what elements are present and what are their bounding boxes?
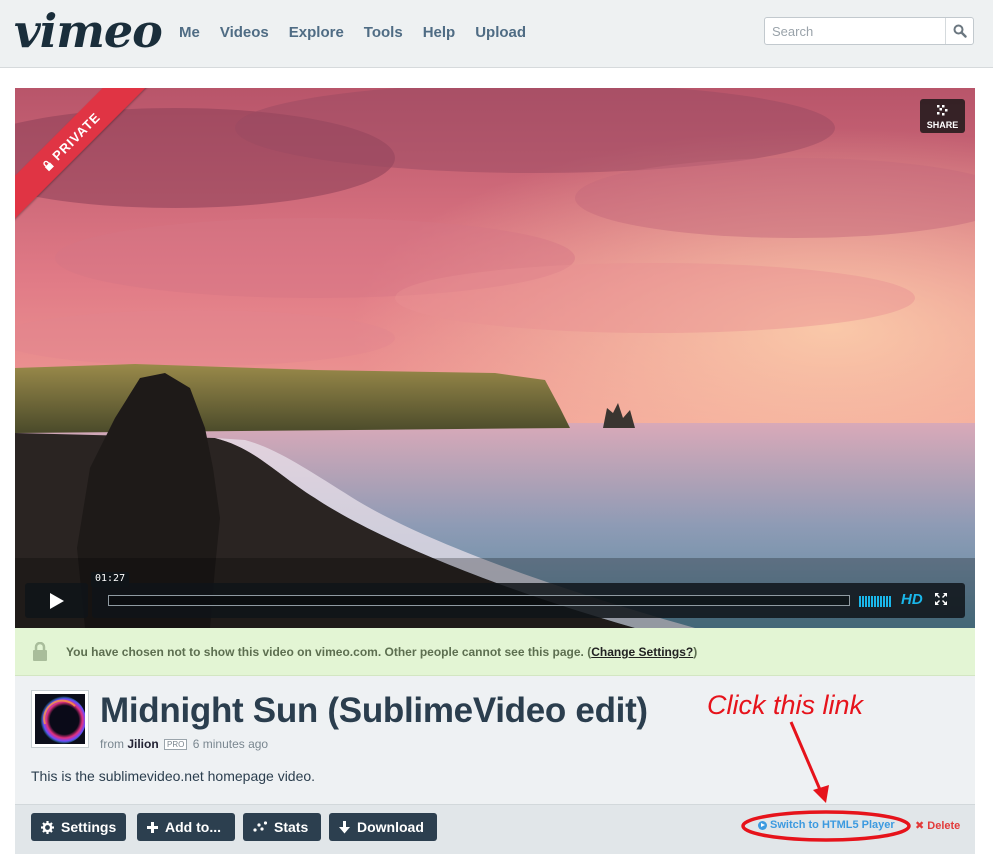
from-label: from <box>100 737 124 751</box>
private-label: PRIVATE <box>48 109 103 164</box>
delete-label: Delete <box>927 820 961 832</box>
action-bar: Settings Add to... Stats Download Switch… <box>15 804 975 854</box>
avatar[interactable] <box>31 690 89 748</box>
user-link[interactable]: Jilion <box>127 737 158 751</box>
stats-label: Stats <box>274 819 309 835</box>
switch-html5-player-link[interactable]: Switch to HTML5 Player <box>758 819 895 831</box>
nav-help[interactable]: Help <box>423 24 456 42</box>
lock-icon <box>43 160 54 171</box>
share-button[interactable]: SHARE <box>920 99 965 133</box>
share-icon <box>937 105 948 116</box>
top-navigation-bar: vimeo Me Videos Explore Tools Help Uploa… <box>0 0 993 68</box>
add-to-button[interactable]: Add to... <box>137 813 235 841</box>
nav-explore[interactable]: Explore <box>289 24 344 42</box>
upload-time: 6 minutes ago <box>192 737 269 751</box>
download-label: Download <box>357 819 424 835</box>
search-input[interactable] <box>765 18 945 44</box>
lock-icon <box>33 642 47 661</box>
play-button[interactable] <box>25 583 88 618</box>
progress-bar[interactable] <box>108 595 850 606</box>
private-ribbon: PRIVATE <box>15 88 155 228</box>
vimeo-logo[interactable]: vimeo <box>14 6 163 56</box>
download-button[interactable]: Download <box>329 813 437 841</box>
delete-link[interactable]: ✖ Delete <box>915 819 960 832</box>
fullscreen-button[interactable] <box>934 592 948 611</box>
change-settings-link[interactable]: Change Settings? <box>591 645 693 659</box>
settings-button[interactable]: Settings <box>31 813 126 841</box>
search-box <box>764 17 974 45</box>
byline: from Jilion PRO 6 minutes ago <box>100 737 268 751</box>
nav-me[interactable]: Me <box>179 24 200 42</box>
timecode: 01:27 <box>91 572 130 591</box>
play-circle-icon <box>758 820 767 830</box>
privacy-notice: You have chosen not to show this video o… <box>15 628 975 676</box>
stats-button[interactable]: Stats <box>243 813 321 841</box>
main-nav: Me Videos Explore Tools Help Upload <box>179 24 546 42</box>
search-button[interactable] <box>945 18 973 44</box>
nav-videos[interactable]: Videos <box>220 24 269 42</box>
gear-icon <box>41 820 54 834</box>
avatar-image <box>38 696 85 744</box>
volume-control[interactable] <box>859 594 893 607</box>
search-icon <box>953 24 967 38</box>
stats-icon <box>253 821 267 832</box>
add-to-label: Add to... <box>165 819 221 835</box>
pro-badge: PRO <box>164 739 188 750</box>
annotation-text: Click this link <box>707 690 864 720</box>
player-controls: 01:27 HD <box>25 572 965 618</box>
video-frame <box>15 88 975 628</box>
switch-player-label: Switch to HTML5 Player <box>770 819 895 831</box>
download-icon <box>339 820 350 833</box>
plus-icon <box>147 821 158 833</box>
notice-message: You have chosen not to show this video o… <box>66 645 698 659</box>
share-label: SHARE <box>926 120 959 130</box>
page-bottom <box>0 854 993 868</box>
nav-upload[interactable]: Upload <box>475 24 526 42</box>
video-player[interactable]: PRIVATE SHARE 01:27 HD <box>15 88 975 628</box>
fullscreen-icon <box>935 593 947 605</box>
nav-tools[interactable]: Tools <box>364 24 403 42</box>
hd-button[interactable]: HD <box>901 591 923 608</box>
settings-label: Settings <box>61 819 117 835</box>
close-icon: ✖ <box>915 820 925 832</box>
play-icon <box>49 592 64 609</box>
video-title: Midnight Sun (SublimeVideo edit) <box>100 691 648 730</box>
video-description: This is the sublimevideo.net homepage vi… <box>31 768 316 784</box>
